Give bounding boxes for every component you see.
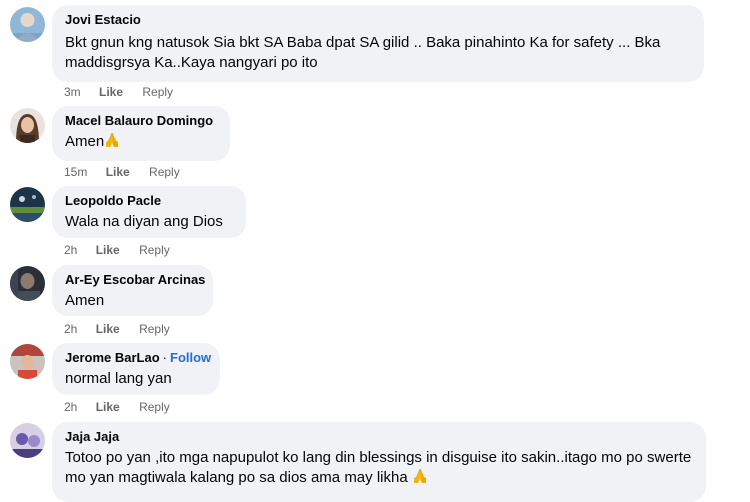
comment-text: normal lang yan: [65, 370, 172, 387]
avatar[interactable]: [10, 344, 45, 379]
reply-button[interactable]: Reply: [139, 243, 170, 257]
like-button[interactable]: Like: [106, 165, 130, 179]
folded-hands-icon: [412, 468, 428, 490]
comment-bubble: Jerome BarLao · Follow normal lang yan: [52, 343, 220, 395]
like-button[interactable]: Like: [96, 400, 120, 414]
like-button[interactable]: Like: [96, 322, 120, 336]
folded-hands-icon: [104, 132, 120, 154]
comment-text: Amen: [65, 132, 218, 154]
commenter-name[interactable]: Leopoldo Pacle: [65, 193, 234, 209]
comment-bubble: Macel Balauro Domingo Amen: [52, 106, 230, 161]
follow-button[interactable]: Follow: [170, 350, 211, 365]
avatar[interactable]: [10, 108, 45, 143]
comment-time[interactable]: 2h: [64, 400, 77, 414]
comment-text: Bkt gnun kng natusok Sia bkt SA Baba dpa…: [65, 34, 661, 71]
comment-text-value: Totoo po yan ,ito mga napupulot ko lang …: [65, 449, 692, 486]
separator-dot: ·: [162, 350, 167, 365]
avatar[interactable]: [10, 187, 45, 222]
avatar[interactable]: [10, 7, 45, 42]
reply-button[interactable]: Reply: [149, 165, 180, 179]
avatar[interactable]: [10, 423, 45, 458]
commenter-name-row: Jerome BarLao · Follow: [65, 350, 211, 366]
commenter-name[interactable]: Macel Balauro Domingo: [65, 113, 218, 129]
reply-button[interactable]: Reply: [139, 400, 170, 414]
comment-time[interactable]: 3m: [64, 85, 81, 99]
comment-actions: 2h Like Reply: [64, 322, 170, 336]
commenter-name[interactable]: Jovi Estacio: [65, 12, 692, 28]
comment-bubble: Leopoldo Pacle Wala na diyan ang Dios: [52, 186, 246, 238]
reply-button[interactable]: Reply: [142, 85, 173, 99]
like-button[interactable]: Like: [99, 85, 123, 99]
comment-time[interactable]: 15m: [64, 165, 87, 179]
avatar[interactable]: [10, 266, 45, 301]
comment-actions: 3m Like Reply: [64, 85, 173, 99]
like-button[interactable]: Like: [96, 243, 120, 257]
comment-text: Amen: [65, 292, 105, 309]
comment-actions: 15m Like Reply: [64, 165, 180, 179]
comment-text-value: Amen: [65, 133, 105, 150]
commenter-name[interactable]: Jerome BarLao: [65, 350, 160, 365]
comment-time[interactable]: 2h: [64, 243, 77, 257]
comment-text: Totoo po yan ,ito mga napupulot ko lang …: [65, 448, 694, 490]
comment-time[interactable]: 2h: [64, 322, 77, 336]
reply-button[interactable]: Reply: [139, 322, 170, 336]
commenter-name[interactable]: Ar-Ey Escobar Arcinas: [65, 272, 205, 288]
commenter-name[interactable]: Jaja Jaja: [65, 429, 694, 445]
comment-bubble: Jovi Estacio Bkt gnun kng natusok Sia bk…: [52, 5, 704, 82]
comment-bubble: Jaja Jaja Totoo po yan ,ito mga napupulo…: [52, 422, 706, 502]
comment-actions: 2h Like Reply: [64, 243, 170, 257]
comment-text: Wala na diyan ang Dios: [65, 213, 223, 230]
comment-actions: 2h Like Reply: [64, 400, 170, 414]
comment-bubble: Ar-Ey Escobar Arcinas Amen: [52, 265, 213, 316]
